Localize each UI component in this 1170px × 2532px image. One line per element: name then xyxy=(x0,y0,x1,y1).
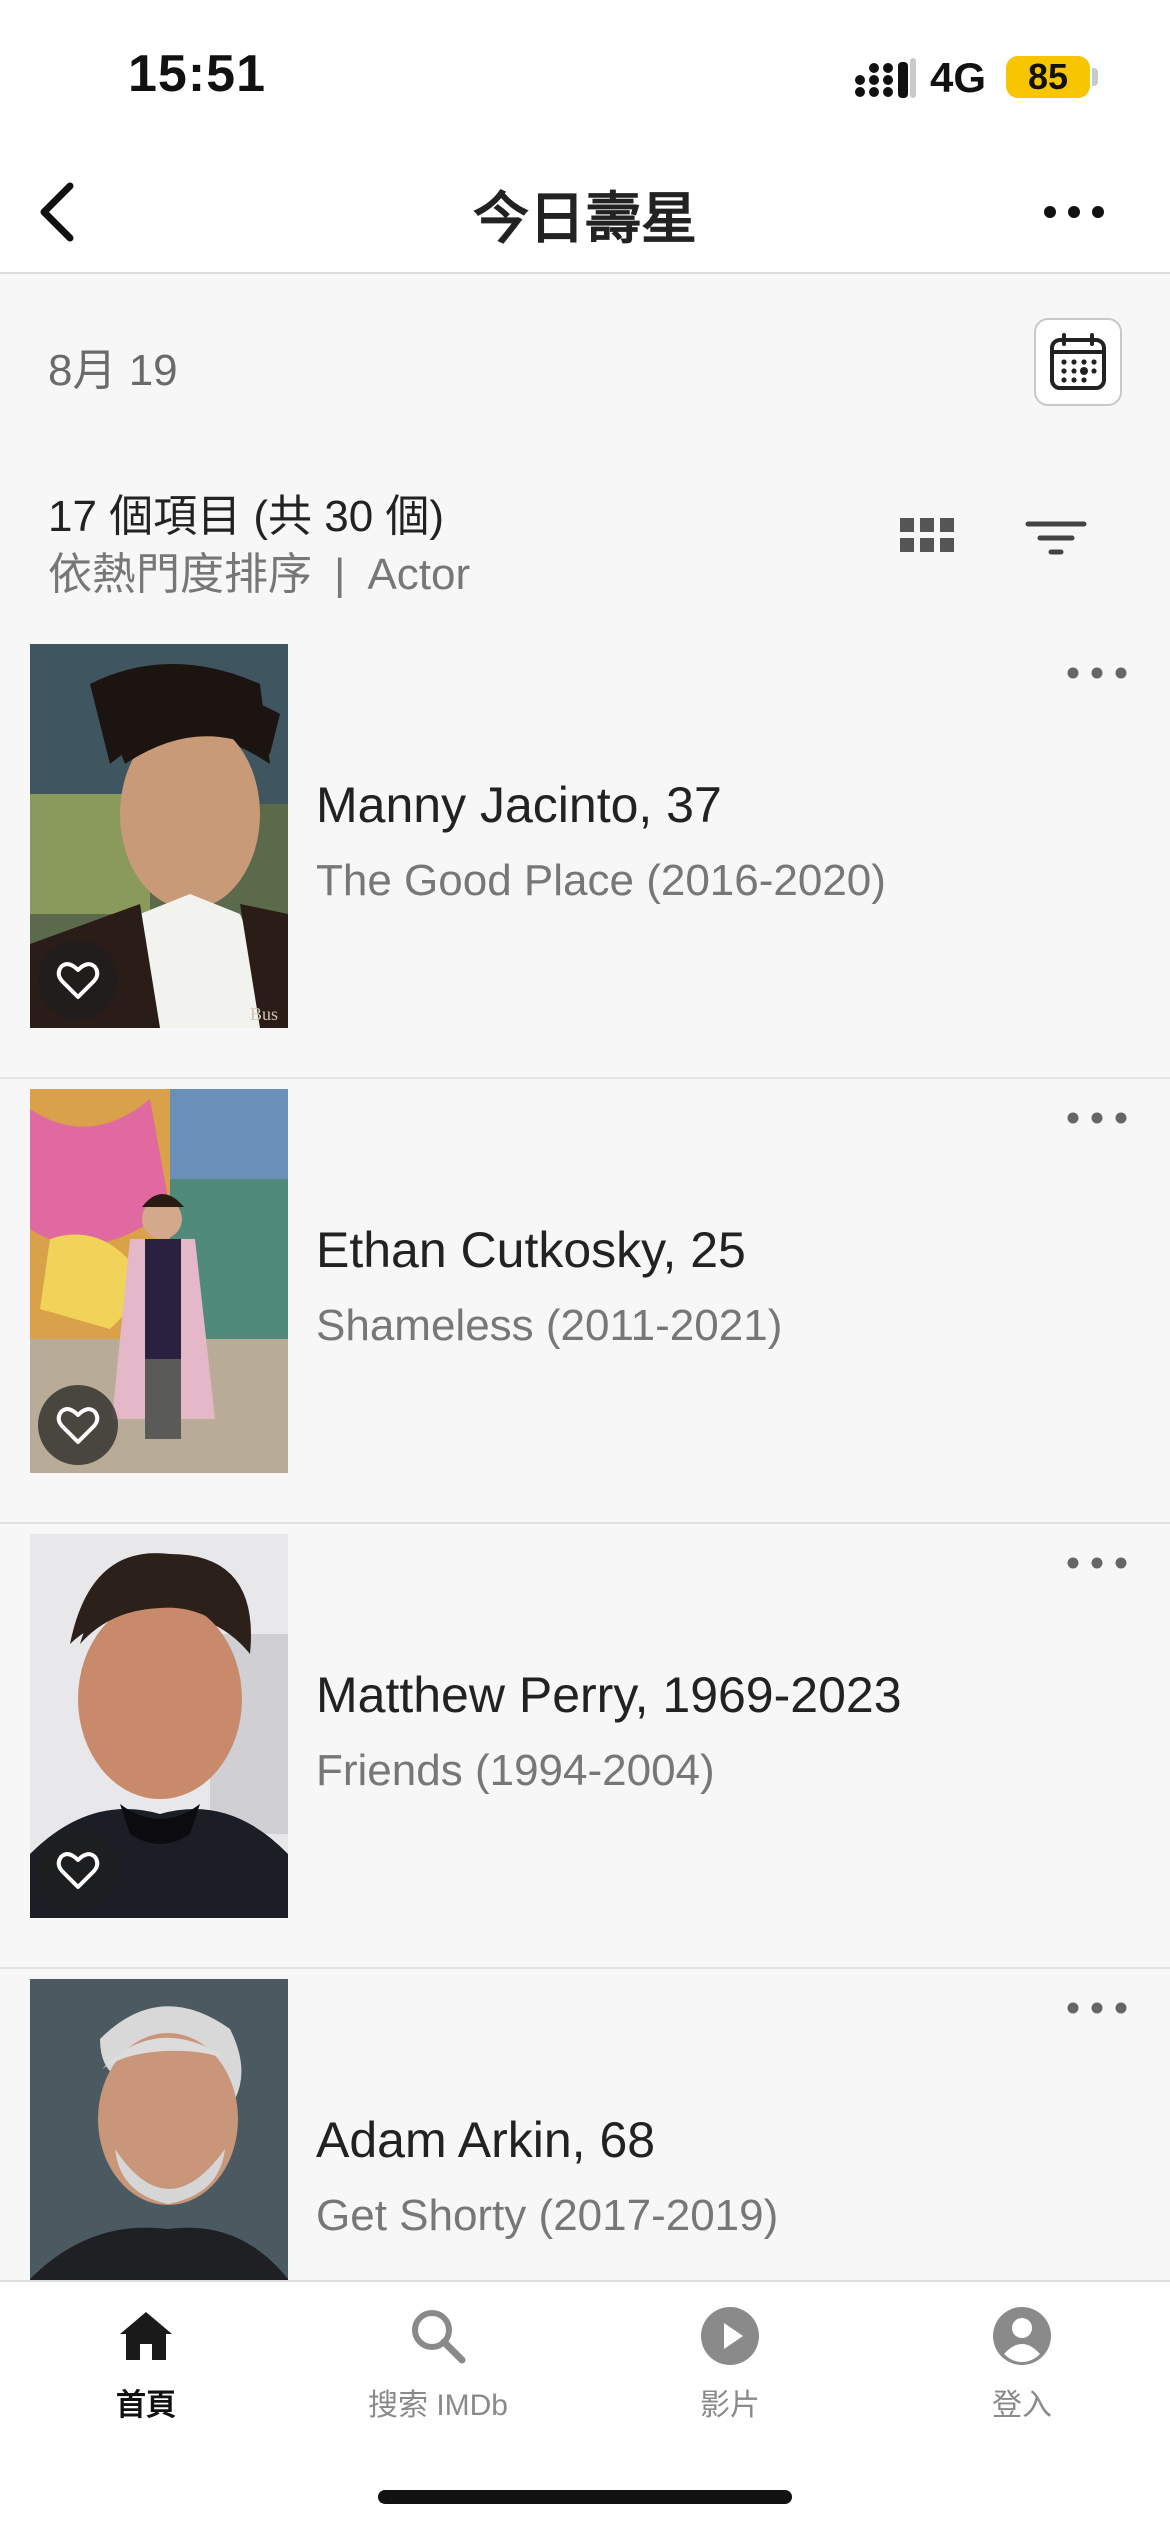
battery-cap xyxy=(1092,68,1098,86)
tab-sign-in[interactable]: 登入 xyxy=(876,2304,1168,2444)
more-icon[interactable] xyxy=(1064,1991,1130,2025)
sort-info: 依熱門度排序 | Actor xyxy=(48,538,470,602)
calendar-icon xyxy=(1050,333,1106,390)
known-for[interactable]: Get Shorty (2017-2019) xyxy=(316,2191,778,2241)
person-photo[interactable] xyxy=(30,1089,288,1473)
grid-view-icon[interactable] xyxy=(896,508,958,570)
person-name[interactable]: Manny Jacinto, 37 xyxy=(316,776,722,834)
tab-videos[interactable]: 影片 xyxy=(584,2304,876,2444)
favorite-button[interactable] xyxy=(38,1385,118,1465)
sort-label[interactable]: 依熱門度排序 xyxy=(48,550,312,599)
battery-indicator: 85 xyxy=(1006,56,1090,98)
more-icon[interactable] xyxy=(1064,1546,1130,1580)
page-title: 今日壽星 xyxy=(473,187,697,250)
tab-label: 首頁 xyxy=(116,2389,176,2422)
network-type: 4G xyxy=(930,54,987,101)
list-item[interactable]: Bus Manny Jacinto, 37 The Good Place (20… xyxy=(0,634,1170,1079)
tab-label: 搜索 IMDb xyxy=(367,2389,508,2422)
poster-watermark: Bus xyxy=(250,1004,278,1024)
status-time: 15:51 xyxy=(128,45,266,103)
heart-icon xyxy=(56,1407,100,1444)
person-name[interactable]: Matthew Perry, 1969-2023 xyxy=(316,1666,902,1724)
heart-icon xyxy=(56,1852,100,1889)
date-label: 8月 19 xyxy=(48,346,178,395)
tab-label: 登入 xyxy=(992,2389,1052,2422)
search-icon xyxy=(412,2310,466,2364)
home-icon xyxy=(120,2312,172,2360)
tab-home[interactable]: 首頁 xyxy=(0,2304,292,2444)
person-name[interactable]: Ethan Cutkosky, 25 xyxy=(316,1221,746,1279)
person-photo[interactable] xyxy=(30,1534,288,1918)
result-count: 17 個項目 (共 30 個) xyxy=(48,492,445,541)
play-icon xyxy=(701,2307,759,2365)
nav-bar: 今日壽星 xyxy=(0,150,1170,274)
tab-search[interactable]: 搜索 IMDb xyxy=(292,2304,584,2444)
person-photo[interactable]: Bus xyxy=(30,644,288,1028)
known-for[interactable]: Friends (1994-2004) xyxy=(316,1746,715,1796)
account-icon xyxy=(993,2307,1051,2365)
sort-separator: | xyxy=(334,550,346,599)
list-item[interactable]: Ethan Cutkosky, 25 Shameless (2011-2021) xyxy=(0,1079,1170,1524)
signal-icon xyxy=(855,58,916,98)
favorite-button[interactable] xyxy=(38,940,118,1020)
home-indicator xyxy=(378,2490,792,2504)
more-icon[interactable] xyxy=(1064,656,1130,690)
filter-label[interactable]: Actor xyxy=(367,550,470,599)
heart-icon xyxy=(56,962,100,999)
birthday-list: Bus Manny Jacinto, 37 The Good Place (20… xyxy=(0,634,1170,2414)
known-for[interactable]: Shameless (2011-2021) xyxy=(316,1301,782,1351)
tab-label: 影片 xyxy=(700,2389,760,2422)
more-options-icon[interactable] xyxy=(1036,180,1112,244)
status-bar: 15:51 4G 85 xyxy=(0,0,1170,150)
list-item[interactable]: Matthew Perry, 1969-2023 Friends (1994-2… xyxy=(0,1524,1170,1969)
filter-icon[interactable] xyxy=(1020,504,1092,576)
more-icon[interactable] xyxy=(1064,1101,1130,1135)
calendar-button[interactable] xyxy=(1034,318,1122,406)
person-name[interactable]: Adam Arkin, 68 xyxy=(316,2111,655,2169)
favorite-button[interactable] xyxy=(38,1830,118,1910)
known-for[interactable]: The Good Place (2016-2020) xyxy=(316,856,886,906)
